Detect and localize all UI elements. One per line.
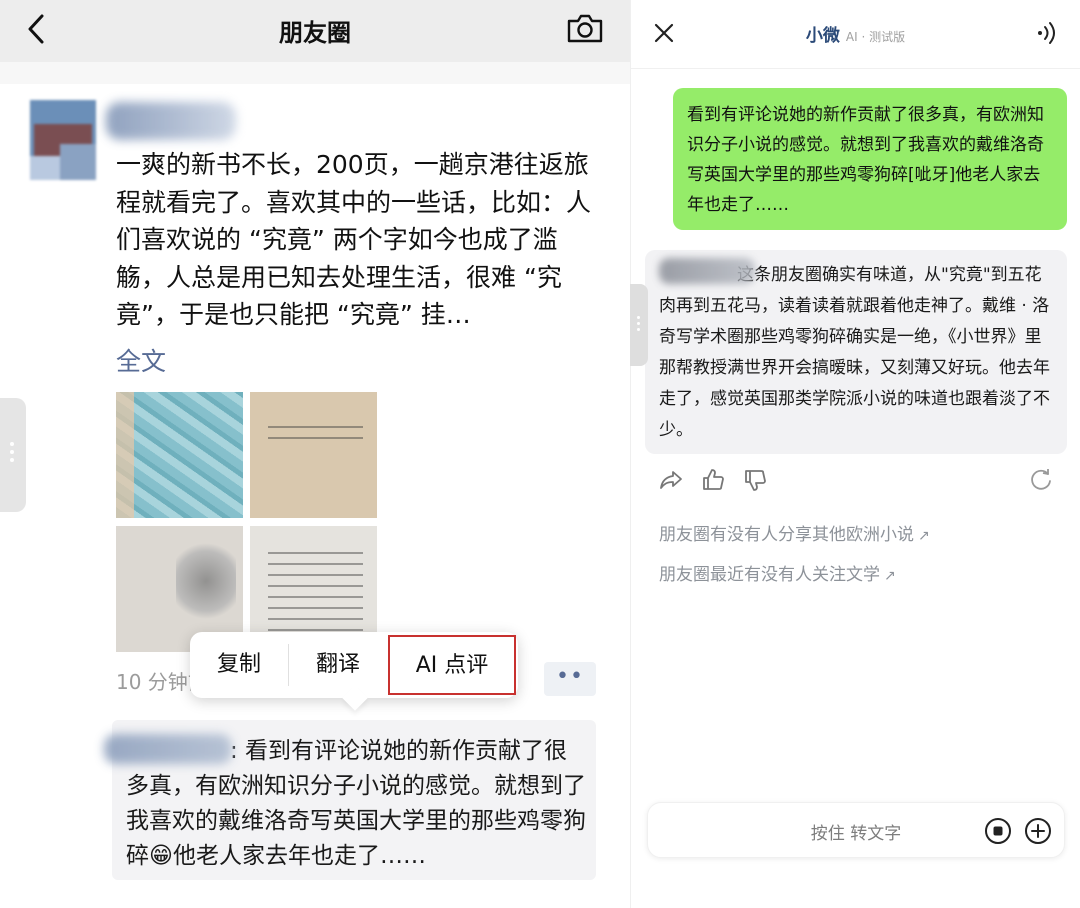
- message-actions: [659, 468, 1059, 494]
- panel-drag-handle[interactable]: [630, 284, 648, 366]
- mentioned-name-blurred: [659, 258, 755, 284]
- ai-message-bubble[interactable]: 这条朋友圈确实有味道，从"究竟"到五花肉再到五花马，读着读着就跟着他走神了。戴维…: [645, 250, 1067, 454]
- voice-input-bar[interactable]: 按住 转文字: [647, 802, 1065, 858]
- user-message-text: 看到有评论说她的新作贡献了很多真，有欧洲知识分子小说的感觉。就想到了我喜欢的戴维…: [687, 105, 1044, 215]
- arrow-up-right-icon: ↗: [918, 528, 930, 544]
- photo-thumbnail[interactable]: [250, 392, 377, 518]
- context-menu: 复制 翻译 AI 点评: [190, 632, 518, 698]
- translate-menu-item[interactable]: 翻译: [289, 632, 387, 698]
- sound-icon[interactable]: [1035, 20, 1057, 46]
- ai-comment-menu-item[interactable]: AI 点评: [388, 635, 516, 695]
- share-icon[interactable]: [659, 468, 683, 492]
- ai-message-text: 这条朋友圈确实有味道，从"究竟"到五花肉再到五花马，读着读着就跟着他走神了。戴维…: [659, 265, 1050, 440]
- suggestion-text: 朋友圈最近有没有人关注文学: [659, 565, 880, 585]
- full-text-link[interactable]: 全文: [116, 342, 166, 378]
- ai-chat-panel: 小微 AI · 测试版 看到有评论说她的新作贡献了很多真，有欧洲知识分子小说的感觉…: [630, 0, 1080, 908]
- suggestion-link[interactable]: 朋友圈最近有没有人关注文学 ↗: [659, 560, 896, 585]
- camera-icon[interactable]: [566, 12, 604, 44]
- plus-icon[interactable]: [1024, 817, 1052, 845]
- photo-thumbnail[interactable]: [116, 392, 243, 518]
- more-actions-button[interactable]: ••: [544, 662, 596, 696]
- chat-header-title: 小微 AI · 测试版: [631, 21, 1080, 46]
- nav-divider: [0, 62, 630, 84]
- copy-menu-item[interactable]: 复制: [190, 632, 288, 698]
- user-message-bubble[interactable]: 看到有评论说她的新作贡献了很多真，有欧洲知识分子小说的感觉。就想到了我喜欢的戴维…: [673, 88, 1067, 230]
- photo-grid: [116, 392, 378, 652]
- page-title: 朋友圈: [279, 19, 351, 47]
- stop-icon[interactable]: [984, 817, 1012, 845]
- side-drag-handle[interactable]: [0, 398, 26, 512]
- avatar[interactable]: [30, 100, 96, 180]
- thumbs-down-icon[interactable]: [743, 468, 767, 492]
- arrow-up-right-icon: ↗: [884, 568, 896, 584]
- thumbs-up-icon[interactable]: [701, 468, 725, 492]
- poster-name-blurred[interactable]: [106, 102, 236, 140]
- post-text: 一爽的新书不长，200页，一趟京港往返旅程就看完了。喜欢其中的一些话，比如：人们…: [116, 150, 592, 329]
- moments-nav-bar: 朋友圈: [0, 0, 630, 62]
- commenter-name-blurred[interactable]: [104, 734, 232, 764]
- moments-panel: 朋友圈 一爽的新书不长，200页，一趟京港往返旅程就看完了。喜欢其中的一些话，比…: [0, 0, 630, 908]
- refresh-icon[interactable]: [1029, 468, 1053, 492]
- suggestion-link[interactable]: 朋友圈有没有人分享其他欧洲小说 ↗: [659, 520, 930, 545]
- suggestion-text: 朋友圈有没有人分享其他欧洲小说: [659, 525, 914, 545]
- assistant-subtitle: AI · 测试版: [845, 30, 906, 44]
- assistant-name: 小微: [805, 26, 840, 46]
- header-divider: [631, 68, 1080, 69]
